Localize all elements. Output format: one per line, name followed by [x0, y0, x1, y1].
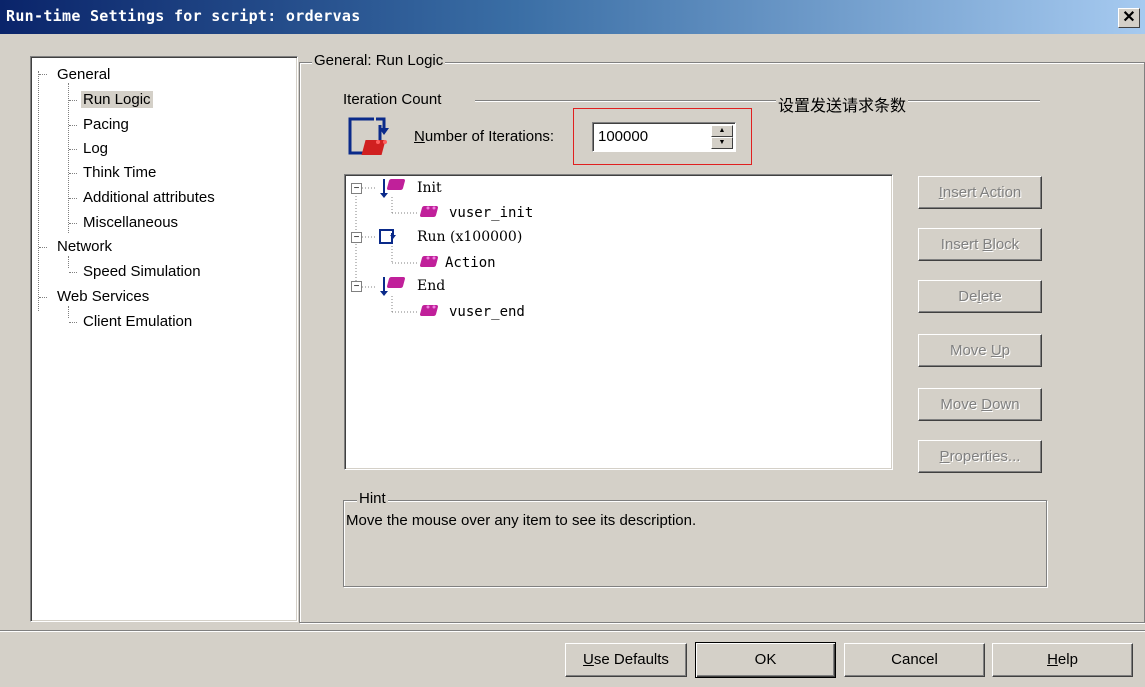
iterations-value: 100000 [598, 128, 649, 145]
tree-node-init[interactable]: Init [417, 179, 442, 197]
window-title: Run-time Settings for script: ordervas [6, 7, 361, 25]
brick-icon [419, 305, 438, 316]
move-up-button[interactable]: Move Up [918, 334, 1042, 367]
properties-button[interactable]: Properties... [918, 440, 1042, 473]
insert-block-button[interactable]: Insert Block [918, 228, 1042, 261]
run-time-settings-window: Run-time Settings for script: ordervas ✕… [0, 0, 1145, 687]
use-defaults-button[interactable]: Use Defaults [565, 643, 687, 677]
panel-title: General: Run Logic [312, 52, 446, 69]
ok-button[interactable]: OK [695, 642, 836, 678]
help-button[interactable]: Help [992, 643, 1133, 677]
loop-arrow-icon [379, 228, 396, 244]
iterations-label: Number of Iterations: [414, 128, 555, 145]
tree-node-vuser-init[interactable]: vuser_init [449, 204, 533, 222]
nav-item-client-emulation[interactable]: Client Emulation [83, 312, 192, 331]
tree-node-run[interactable]: Run (x100000) [417, 228, 522, 246]
loop-icon [348, 116, 389, 155]
title-bar[interactable]: Run-time Settings for script: ordervas ✕ [0, 0, 1145, 34]
brick-icon [419, 256, 438, 267]
tree-node-vuser-end[interactable]: vuser_end [449, 303, 525, 321]
nav-item-network[interactable]: Network [57, 237, 112, 256]
insert-action-button[interactable]: Insert Action [918, 176, 1042, 209]
collapse-end-icon[interactable]: − [351, 281, 362, 292]
iteration-count-separator [475, 100, 1040, 102]
footer-separator [0, 630, 1145, 632]
tree-connector [68, 306, 69, 318]
iteration-count-label: Iteration Count [341, 91, 444, 108]
hint-title: Hint [357, 490, 388, 507]
tree-connector [38, 71, 39, 311]
nav-item-additional-attributes[interactable]: Additional attributes [83, 188, 215, 207]
run-logic-tree[interactable]: − Init vuser_init − Run (x100000) Action… [344, 174, 893, 470]
nav-item-miscellaneous[interactable]: Miscellaneous [83, 213, 178, 232]
spin-up-button[interactable]: ▲ [711, 125, 733, 137]
move-down-button[interactable]: Move Down [918, 388, 1042, 421]
collapse-init-icon[interactable]: − [351, 183, 362, 194]
hint-text: Move the mouse over any item to see its … [346, 512, 697, 529]
collapse-run-icon[interactable]: − [351, 232, 362, 243]
tree-connector [68, 83, 69, 233]
nav-item-web-services[interactable]: Web Services [57, 287, 149, 306]
close-icon: ✕ [1122, 9, 1136, 26]
arrow-down-icon: ▼ [718, 139, 726, 146]
iterations-input[interactable]: 100000 ▲ ▼ [592, 122, 736, 152]
brick-icon [419, 206, 438, 217]
tree-node-action[interactable]: Action [445, 254, 496, 272]
delete-button[interactable]: Delete [918, 280, 1042, 313]
iterations-spinner[interactable]: ▲ ▼ [711, 125, 733, 149]
tree-node-end[interactable]: End [417, 277, 445, 295]
nav-item-pacing[interactable]: Pacing [83, 115, 129, 134]
arrow-up-icon: ▲ [718, 127, 726, 134]
init-node-icon [380, 179, 405, 198]
annotation-text: 设置发送请求条数 [776, 92, 909, 116]
nav-item-speed-simulation[interactable]: Speed Simulation [83, 262, 201, 281]
nav-item-think-time[interactable]: Think Time [83, 163, 156, 182]
close-button[interactable]: ✕ [1118, 8, 1140, 28]
tree-connector [68, 256, 69, 268]
cancel-button[interactable]: Cancel [844, 643, 985, 677]
nav-item-log[interactable]: Log [83, 139, 108, 158]
settings-nav-tree[interactable]: General Run Logic Pacing Log Think Time … [30, 56, 298, 622]
end-node-icon [380, 277, 405, 296]
selected-highlight: Run Logic [81, 91, 153, 108]
nav-item-run-logic[interactable]: Run Logic [81, 90, 153, 109]
spin-down-button[interactable]: ▼ [711, 137, 733, 149]
nav-item-general[interactable]: General [57, 65, 110, 84]
